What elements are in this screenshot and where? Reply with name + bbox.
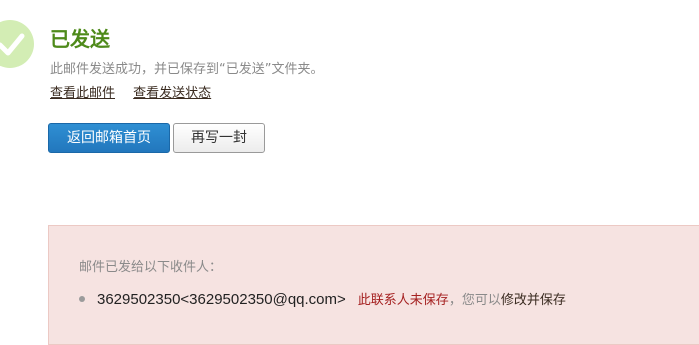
- action-links: 查看此邮件 查看发送状态: [50, 85, 225, 103]
- recipient-panel-label: 邮件已发给以下收件人：: [79, 260, 223, 275]
- edit-and-save-link[interactable]: 修改并保存: [501, 293, 566, 308]
- write-again-button[interactable]: 再写一封: [173, 123, 265, 153]
- page-title: 已发送: [50, 27, 110, 51]
- back-to-inbox-button[interactable]: 返回邮箱首页: [48, 123, 170, 153]
- view-status-link[interactable]: 查看发送状态: [133, 86, 211, 101]
- recipient-item: 3629502350<3629502350@qq.com> 此联系人未保存，您可以…: [79, 290, 566, 311]
- check-circle-icon: [0, 20, 34, 68]
- save-hint-text: ，您可以: [448, 293, 501, 308]
- success-message: 此邮件发送成功，并已保存到“已发送”文件夹。: [50, 62, 324, 77]
- view-mail-link[interactable]: 查看此邮件: [50, 86, 115, 101]
- recipient-address: 3629502350<3629502350@qq.com>: [97, 291, 346, 308]
- unsaved-contact-warning: 此联系人未保存: [357, 293, 449, 308]
- bullet-icon: [79, 296, 85, 302]
- recipient-panel: 邮件已发给以下收件人： 3629502350<3629502350@qq.com…: [48, 225, 699, 345]
